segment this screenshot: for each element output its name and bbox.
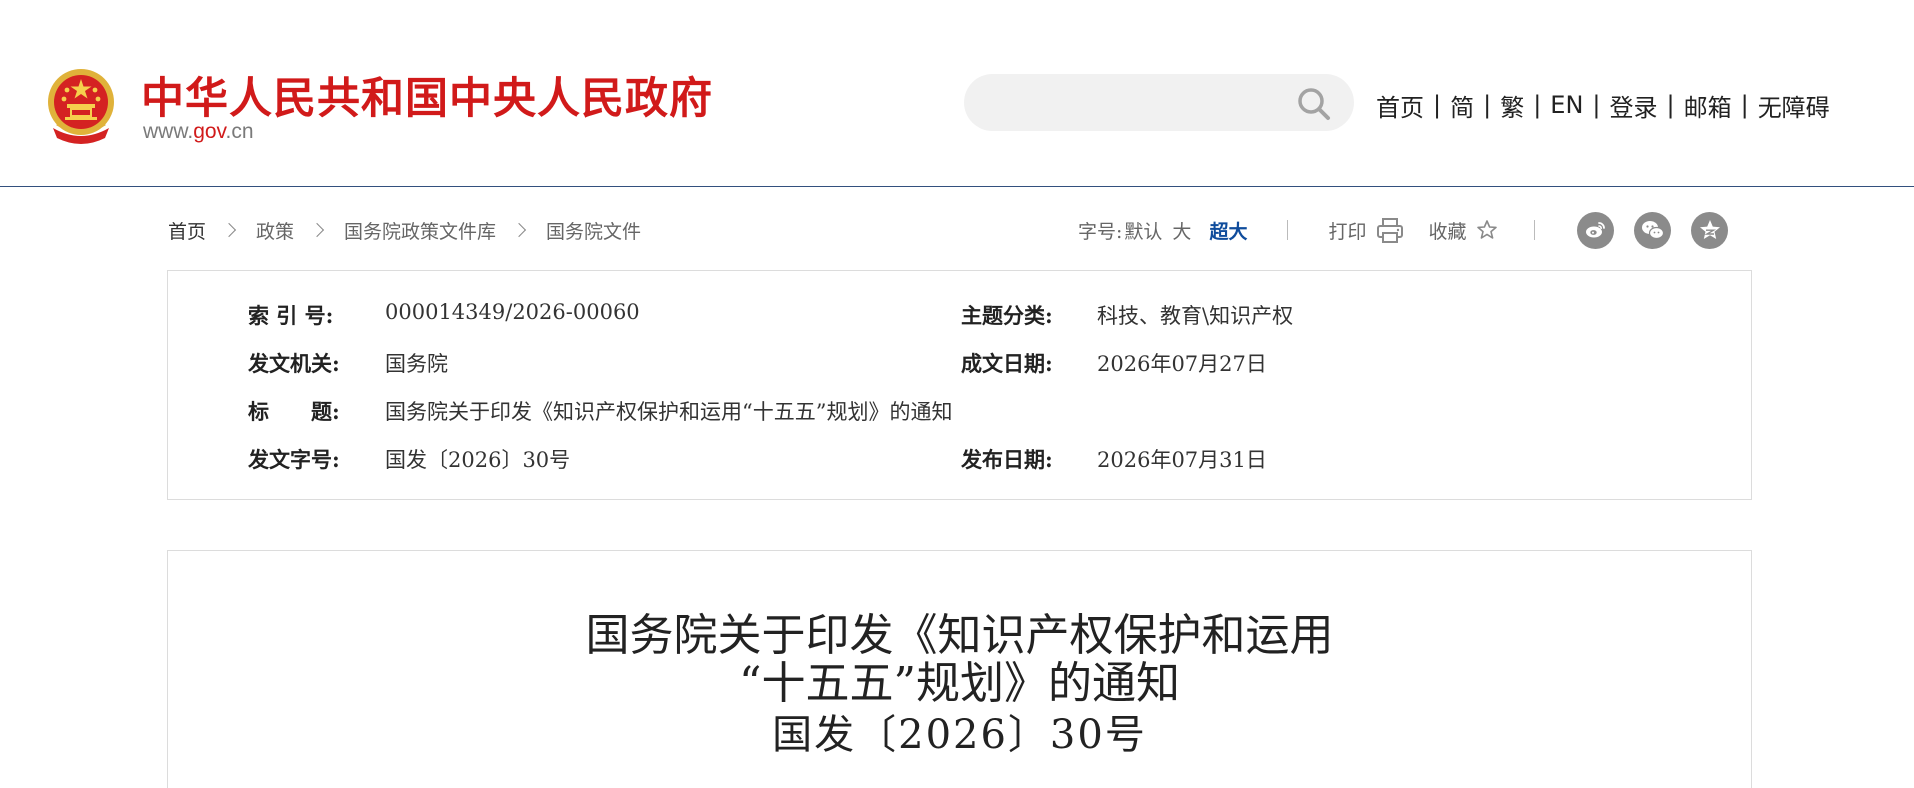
breadcrumb: 首页 政策 国务院政策文件库 国务院文件 xyxy=(168,215,641,245)
chevron-right-icon xyxy=(221,222,237,238)
printer-icon xyxy=(1376,216,1404,244)
doc-number-value: 国发〔2026〕30号 xyxy=(385,448,571,472)
index-number-label: 索 引 号: xyxy=(248,303,334,328)
share-icons xyxy=(1577,211,1748,249)
nav-separator: | xyxy=(1592,91,1601,119)
nav-english[interactable]: EN xyxy=(1550,91,1583,119)
site-url-suffix: .cn xyxy=(225,120,254,143)
favorite-button[interactable]: 收藏 xyxy=(1428,217,1498,244)
site-title[interactable]: 中华人民共和国中央人民政府 xyxy=(141,64,713,126)
nav-separator: | xyxy=(1433,91,1442,119)
nav-mail[interactable]: 邮箱 xyxy=(1684,88,1732,123)
meta-row: 索 引 号: 000014349/2026-00060 主题分类: 科技、教育\… xyxy=(168,300,1751,330)
nav-separator: | xyxy=(1740,91,1749,119)
top-nav: 首页 | 简 | 繁 | EN | 登录 | 邮箱 | 无障碍 xyxy=(1376,88,1830,122)
weibo-icon[interactable] xyxy=(1577,211,1615,249)
search-input[interactable] xyxy=(986,86,1276,120)
chevron-right-icon xyxy=(309,222,325,238)
print-label: 打印 xyxy=(1328,220,1367,243)
font-size-label: 字号: xyxy=(1078,220,1123,243)
issuer-value: 国务院 xyxy=(385,352,448,376)
favorite-label: 收藏 xyxy=(1428,220,1467,243)
article-doc-number: 国发〔2026〕30号 xyxy=(772,712,1147,758)
nav-separator: | xyxy=(1533,91,1542,119)
qzone-icon[interactable] xyxy=(1691,211,1729,249)
publish-date-value: 2026年07月31日 xyxy=(1097,448,1267,472)
doc-number-label: 发文字号: xyxy=(248,447,340,472)
article-title-line: “十五五”规划》的通知 xyxy=(739,658,1180,709)
breadcrumb-home[interactable]: 首页 xyxy=(168,217,206,244)
print-button[interactable]: 打印 xyxy=(1328,216,1404,244)
font-size-xlarge[interactable]: 超大 xyxy=(1209,217,1247,244)
nav-home[interactable]: 首页 xyxy=(1376,88,1424,123)
title-label: 标 题: xyxy=(248,399,340,424)
font-size-default[interactable]: 默认 xyxy=(1124,217,1162,244)
article-content: 国务院关于印发《知识产权保护和运用 “十五五”规划》的通知 国发〔2026〕30… xyxy=(167,550,1752,788)
issuer-label: 发文机关: xyxy=(248,351,340,376)
font-size-large[interactable]: 大 xyxy=(1172,217,1191,244)
breadcrumb-policy[interactable]: 政策 xyxy=(256,217,294,244)
topic-label: 主题分类: xyxy=(961,303,1053,328)
site-url[interactable]: www.gov.cn xyxy=(143,120,254,144)
title-value: 国务院关于印发《知识产权保护和运用“十五五”规划》的通知 xyxy=(385,400,953,424)
wechat-icon[interactable] xyxy=(1634,211,1672,249)
breadcrumb-policy-library[interactable]: 国务院政策文件库 xyxy=(344,217,496,244)
divider xyxy=(1287,220,1289,240)
divider xyxy=(1534,220,1536,240)
site-header: 中华人民共和国中央人民政府 www.gov.cn 首页 | 简 | 繁 | EN… xyxy=(0,0,1914,187)
search-icon[interactable] xyxy=(1296,86,1332,122)
written-date-value: 2026年07月27日 xyxy=(1097,352,1267,376)
document-meta-box: 索 引 号: 000014349/2026-00060 主题分类: 科技、教育\… xyxy=(167,270,1752,500)
site-url-highlight: gov xyxy=(193,120,226,143)
index-number-value: 000014349/2026-00060 xyxy=(385,300,640,324)
publish-date-label: 发布日期: xyxy=(961,447,1053,472)
star-outline-icon xyxy=(1476,219,1498,241)
nav-accessibility[interactable]: 无障碍 xyxy=(1758,88,1830,123)
site-url-prefix: www. xyxy=(143,120,194,143)
meta-row: 标 题: 国务院关于印发《知识产权保护和运用“十五五”规划》的通知 xyxy=(168,396,1751,426)
nav-simplified[interactable]: 简 xyxy=(1450,88,1474,123)
nav-login[interactable]: 登录 xyxy=(1610,88,1658,123)
meta-row: 发文字号: 国发〔2026〕30号 发布日期: 2026年07月31日 xyxy=(168,444,1751,474)
written-date-label: 成文日期: xyxy=(961,351,1053,376)
article-title-line: 国务院关于印发《知识产权保护和运用 xyxy=(585,610,1334,661)
nav-separator: | xyxy=(1666,91,1675,119)
article-tools: 字号: 默认 大 超大 打印 收藏 xyxy=(1078,210,1748,250)
chevron-right-icon xyxy=(511,222,527,238)
national-emblem-icon[interactable] xyxy=(43,66,119,146)
nav-separator: | xyxy=(1483,91,1492,119)
topic-value: 科技、教育\知识产权 xyxy=(1097,304,1294,328)
meta-row: 发文机关: 国务院 成文日期: 2026年07月27日 xyxy=(168,348,1751,378)
breadcrumb-state-council-docs[interactable]: 国务院文件 xyxy=(546,217,641,244)
nav-traditional[interactable]: 繁 xyxy=(1500,88,1524,123)
article-title: 国务院关于印发《知识产权保护和运用 “十五五”规划》的通知 xyxy=(168,612,1751,708)
